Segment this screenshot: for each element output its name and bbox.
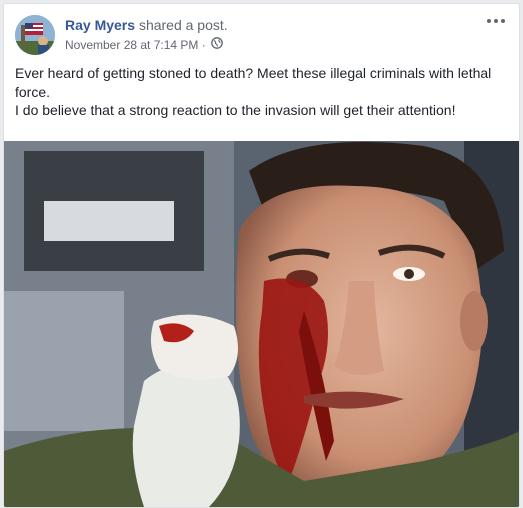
post-meta: November 28 at 7:14 PM · (65, 37, 223, 52)
avatar[interactable] (15, 15, 55, 55)
post-photo[interactable] (4, 141, 519, 507)
injured-man-photo (4, 141, 519, 507)
meta-separator: · (201, 37, 206, 52)
post-timestamp[interactable]: November 28 at 7:14 PM (65, 38, 198, 52)
post-text-line-1: Ever heard of getting stoned to death? M… (15, 65, 492, 100)
author-line: Ray Myers shared a post. (65, 17, 228, 33)
avatar-image (15, 15, 55, 55)
globe-icon[interactable] (211, 37, 223, 52)
post-text: Ever heard of getting stoned to death? M… (15, 64, 511, 120)
post-card: Ray Myers shared a post. November 28 at … (3, 3, 520, 508)
post-text-line-2: I do believe that a strong reaction to t… (15, 102, 456, 118)
author-name[interactable]: Ray Myers (65, 17, 135, 33)
post-header: Ray Myers shared a post. November 28 at … (15, 14, 509, 60)
post-action: shared a post. (138, 17, 228, 33)
more-options-icon[interactable] (485, 14, 507, 28)
